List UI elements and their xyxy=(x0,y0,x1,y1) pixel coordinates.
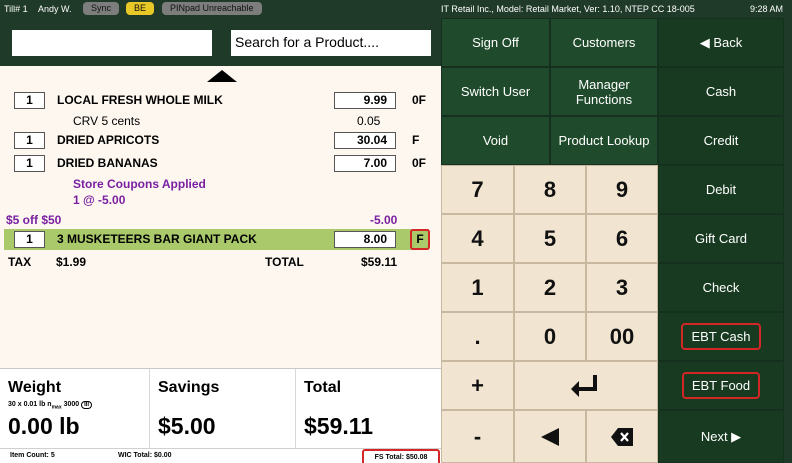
ebt-food-button[interactable]: EBT Food xyxy=(658,361,784,410)
manager-functions-button[interactable]: Manager Functions xyxy=(550,67,658,116)
item-qty[interactable]: 1 xyxy=(14,155,45,172)
line-item[interactable]: 1 DRIED APRICOTS 30.04 F xyxy=(0,130,441,150)
wic-total: WIC Total: $0.00 xyxy=(118,452,172,459)
ebt-food-label: EBT Food xyxy=(681,372,761,399)
item-flag: 0F xyxy=(412,93,427,107)
item-name: DRIED APRICOTS xyxy=(57,133,160,147)
ebt-cash-button[interactable]: EBT Cash xyxy=(658,312,784,361)
key-5[interactable]: 5 xyxy=(514,214,586,263)
item-price[interactable]: 8.00 xyxy=(334,231,396,248)
tax-label: TAX xyxy=(8,255,32,269)
item-count: Item Count: 5 xyxy=(10,452,55,459)
selected-line-item[interactable]: 1 3 MUSKETEERS BAR GIANT PACK 8.00 F xyxy=(4,229,430,250)
savings-value: $5.00 xyxy=(158,413,216,439)
scale-spec: 30 x 0.01 lb nmax 3000 III xyxy=(8,401,93,410)
collapse-arrow-icon[interactable] xyxy=(207,70,237,82)
cash-button[interactable]: Cash xyxy=(658,67,784,116)
product-search-input[interactable]: Search for a Product.... xyxy=(231,30,431,56)
item-flag-highlighted: F xyxy=(410,229,430,250)
item-price[interactable]: 30.04 xyxy=(334,132,396,149)
backspace-icon xyxy=(611,427,633,446)
weight-value: 0.00 lb xyxy=(8,413,80,439)
fs-total: FS Total: $50.08 xyxy=(362,449,440,463)
switch-user-button[interactable]: Switch User xyxy=(441,67,550,116)
discount-label: $5 off $50 xyxy=(6,213,62,227)
gift-card-button[interactable]: Gift Card xyxy=(658,214,784,263)
left-arrow-icon xyxy=(541,427,559,446)
tax-value: $1.99 xyxy=(56,255,87,269)
backspace-button[interactable] xyxy=(586,410,658,463)
crv-value: 0.05 xyxy=(357,114,381,128)
clock: 9:28 AM xyxy=(750,4,784,14)
ebt-cash-label: EBT Cash xyxy=(681,323,761,350)
total-value: $59.11 xyxy=(361,255,398,269)
total-box: Total $59.11 xyxy=(296,369,441,449)
scan-input[interactable] xyxy=(12,30,212,56)
be-badge: BE xyxy=(126,2,155,15)
item-price[interactable]: 7.00 xyxy=(334,155,396,172)
key-decimal[interactable]: . xyxy=(441,312,514,361)
search-row: Search for a Product.... xyxy=(0,18,441,66)
status-bar: Till# 1 Andy W. Sync BE PINpad Unreachab… xyxy=(0,0,792,18)
user-label: Andy W. xyxy=(38,4,72,14)
item-qty[interactable]: 1 xyxy=(14,132,45,149)
sync-badge[interactable]: Sync xyxy=(83,2,120,15)
key-7[interactable]: 7 xyxy=(441,165,514,214)
key-6[interactable]: 6 xyxy=(586,214,658,263)
model-info: IT Retail Inc., Model: Retail Market, Ve… xyxy=(441,4,695,14)
credit-button[interactable]: Credit xyxy=(658,116,784,165)
total-label: TOTAL xyxy=(265,255,304,269)
item-price[interactable]: 9.99 xyxy=(334,92,396,109)
coupons-label: Store Coupons Applied xyxy=(73,177,206,191)
sale-list: 1 LOCAL FRESH WHOLE MILK 9.99 0F CRV 5 c… xyxy=(0,66,441,368)
discount-value: -5.00 xyxy=(370,213,398,227)
weight-box: Weight 30 x 0.01 lb nmax 3000 III 0.00 l… xyxy=(0,369,150,449)
enter-button[interactable] xyxy=(514,361,658,410)
key-1[interactable]: 1 xyxy=(441,263,514,312)
item-qty[interactable]: 1 xyxy=(14,92,45,109)
debit-button[interactable]: Debit xyxy=(658,165,784,214)
till-label: Till# 1 xyxy=(4,4,28,14)
item-qty[interactable]: 1 xyxy=(14,231,45,248)
check-button[interactable]: Check xyxy=(658,263,784,312)
sale-panel: Search for a Product.... 1 LOCAL FRESH W… xyxy=(0,18,441,463)
weight-label: Weight xyxy=(8,379,62,396)
pinpad-status-badge: PINpad Unreachable xyxy=(162,2,262,15)
sign-off-button[interactable]: Sign Off xyxy=(441,18,550,67)
customers-button[interactable]: Customers xyxy=(550,18,658,67)
key-00[interactable]: 00 xyxy=(586,312,658,361)
keypad-panel: Sign Off Customers ◀ Back Switch User Ma… xyxy=(441,18,792,463)
item-name: 3 MUSKETEERS BAR GIANT PACK xyxy=(57,232,257,246)
item-flag: 0F xyxy=(412,156,427,170)
key-4[interactable]: 4 xyxy=(441,214,514,263)
crv-label: CRV 5 cents xyxy=(73,114,141,128)
key-3[interactable]: 3 xyxy=(586,263,658,312)
footer-bar: Item Count: 5 WIC Total: $0.00 FS Total:… xyxy=(0,448,441,463)
item-name: LOCAL FRESH WHOLE MILK xyxy=(57,93,223,107)
grand-total-value: $59.11 xyxy=(304,413,374,439)
product-lookup-button[interactable]: Product Lookup xyxy=(550,116,658,165)
back-button[interactable]: ◀ Back xyxy=(658,18,784,67)
left-arrow-button[interactable] xyxy=(514,410,586,463)
coupon-detail: 1 @ -5.00 xyxy=(73,193,126,207)
enter-icon xyxy=(571,374,597,397)
line-item[interactable]: 1 DRIED BANANAS 7.00 0F xyxy=(0,153,441,173)
key-0[interactable]: 0 xyxy=(514,312,586,361)
savings-label: Savings xyxy=(158,379,220,396)
key-plus[interactable]: + xyxy=(441,361,514,410)
key-2[interactable]: 2 xyxy=(514,263,586,312)
next-button[interactable]: Next ▶ xyxy=(658,410,784,463)
line-item[interactable]: 1 LOCAL FRESH WHOLE MILK 9.99 0F xyxy=(0,90,441,110)
key-9[interactable]: 9 xyxy=(586,165,658,214)
key-8[interactable]: 8 xyxy=(514,165,586,214)
void-button[interactable]: Void xyxy=(441,116,550,165)
key-minus[interactable]: - xyxy=(441,410,514,463)
item-name: DRIED BANANAS xyxy=(57,156,158,170)
totals-panel: Weight 30 x 0.01 lb nmax 3000 III 0.00 l… xyxy=(0,368,441,449)
savings-box: Savings $5.00 xyxy=(150,369,296,449)
grand-total-label: Total xyxy=(304,379,342,396)
item-flag: F xyxy=(412,133,420,147)
